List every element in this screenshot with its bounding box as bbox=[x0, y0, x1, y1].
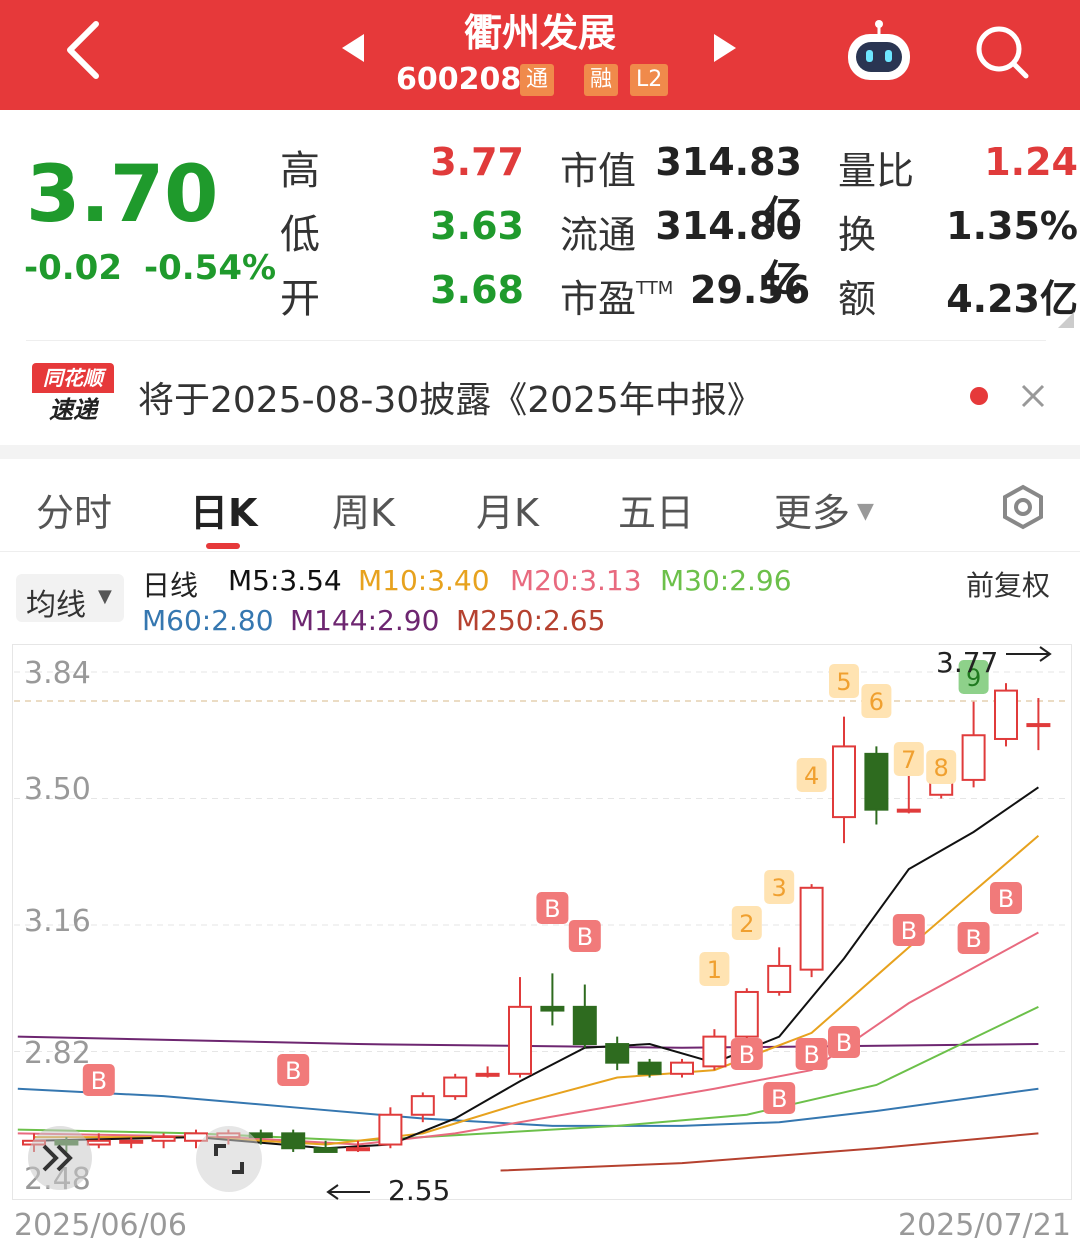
candle-rise bbox=[799, 886, 824, 971]
collapse-sidebar-button[interactable] bbox=[28, 1126, 92, 1190]
fullscreen-icon bbox=[214, 1144, 244, 1174]
candle-rise bbox=[994, 689, 1018, 740]
buy-marker-label: B bbox=[91, 1067, 107, 1095]
candle-fall bbox=[281, 1132, 306, 1150]
candle-fall bbox=[864, 752, 889, 811]
candle-rise bbox=[767, 964, 792, 993]
candle-fall bbox=[540, 1005, 565, 1012]
y-tick-label: 3.50 bbox=[24, 772, 91, 807]
candle-rise bbox=[443, 1076, 468, 1098]
ma250-line bbox=[500, 1132, 1039, 1172]
fullscreen-button[interactable] bbox=[196, 1126, 262, 1192]
y-tick-label: 3.16 bbox=[24, 904, 91, 939]
max-price-label: 3.77 bbox=[936, 646, 999, 679]
min-price-label: 2.55 bbox=[388, 1174, 451, 1207]
candle-rise bbox=[475, 1072, 500, 1077]
buy-marker-label: B bbox=[285, 1057, 301, 1085]
kline-chart[interactable]: B BBBBBB BB BB1234567 89 bbox=[0, 0, 1080, 1250]
ma5-line bbox=[33, 786, 1039, 1150]
candle-rise bbox=[896, 808, 921, 813]
step-marker-label: 8 bbox=[934, 754, 949, 782]
step-marker-label: 1 bbox=[707, 956, 722, 984]
buy-marker-label: B bbox=[998, 885, 1014, 913]
arrow-right-icon bbox=[1006, 646, 1052, 662]
buy-marker-label: B bbox=[739, 1041, 755, 1069]
candle-rise bbox=[119, 1139, 144, 1144]
candle-fall bbox=[605, 1043, 630, 1064]
candle-rise bbox=[832, 745, 856, 819]
candle-fall bbox=[313, 1147, 338, 1153]
y-tick-label: 2.82 bbox=[24, 1036, 91, 1071]
candle-rise bbox=[346, 1147, 370, 1152]
candle-rise bbox=[670, 1061, 694, 1075]
x-start-date: 2025/06/06 bbox=[14, 1208, 187, 1243]
step-marker-label: 3 bbox=[772, 874, 787, 902]
buy-marker-label: B bbox=[901, 917, 917, 945]
step-marker-label: 2 bbox=[739, 910, 754, 938]
candle-rise bbox=[961, 734, 986, 781]
buy-marker-label: B bbox=[836, 1029, 852, 1057]
step-marker-label: 4 bbox=[804, 762, 819, 790]
candle-rise bbox=[702, 1035, 727, 1068]
candle-rise bbox=[410, 1095, 435, 1116]
candle-rise bbox=[508, 1005, 532, 1075]
candle-rise bbox=[151, 1136, 176, 1142]
y-tick-label: 3.84 bbox=[24, 656, 91, 691]
candle-rise bbox=[734, 990, 759, 1038]
step-marker-label: 5 bbox=[836, 668, 851, 696]
candle-fall bbox=[637, 1061, 662, 1075]
step-marker-label: 6 bbox=[869, 688, 884, 716]
candle-rise bbox=[378, 1113, 403, 1146]
candle-rise bbox=[1026, 723, 1051, 728]
buy-marker-label: B bbox=[577, 923, 593, 951]
x-end-date: 2025/07/21 bbox=[898, 1208, 1071, 1243]
buy-marker-label: B bbox=[771, 1085, 787, 1113]
arrow-left-icon bbox=[326, 1184, 370, 1200]
candle-fall bbox=[572, 1005, 597, 1046]
buy-marker-label: B bbox=[965, 925, 981, 953]
double-chevron-right-icon bbox=[42, 1144, 73, 1172]
buy-marker-label: B bbox=[544, 895, 560, 923]
buy-marker-label: B bbox=[803, 1041, 819, 1069]
step-marker-label: 7 bbox=[901, 746, 916, 774]
